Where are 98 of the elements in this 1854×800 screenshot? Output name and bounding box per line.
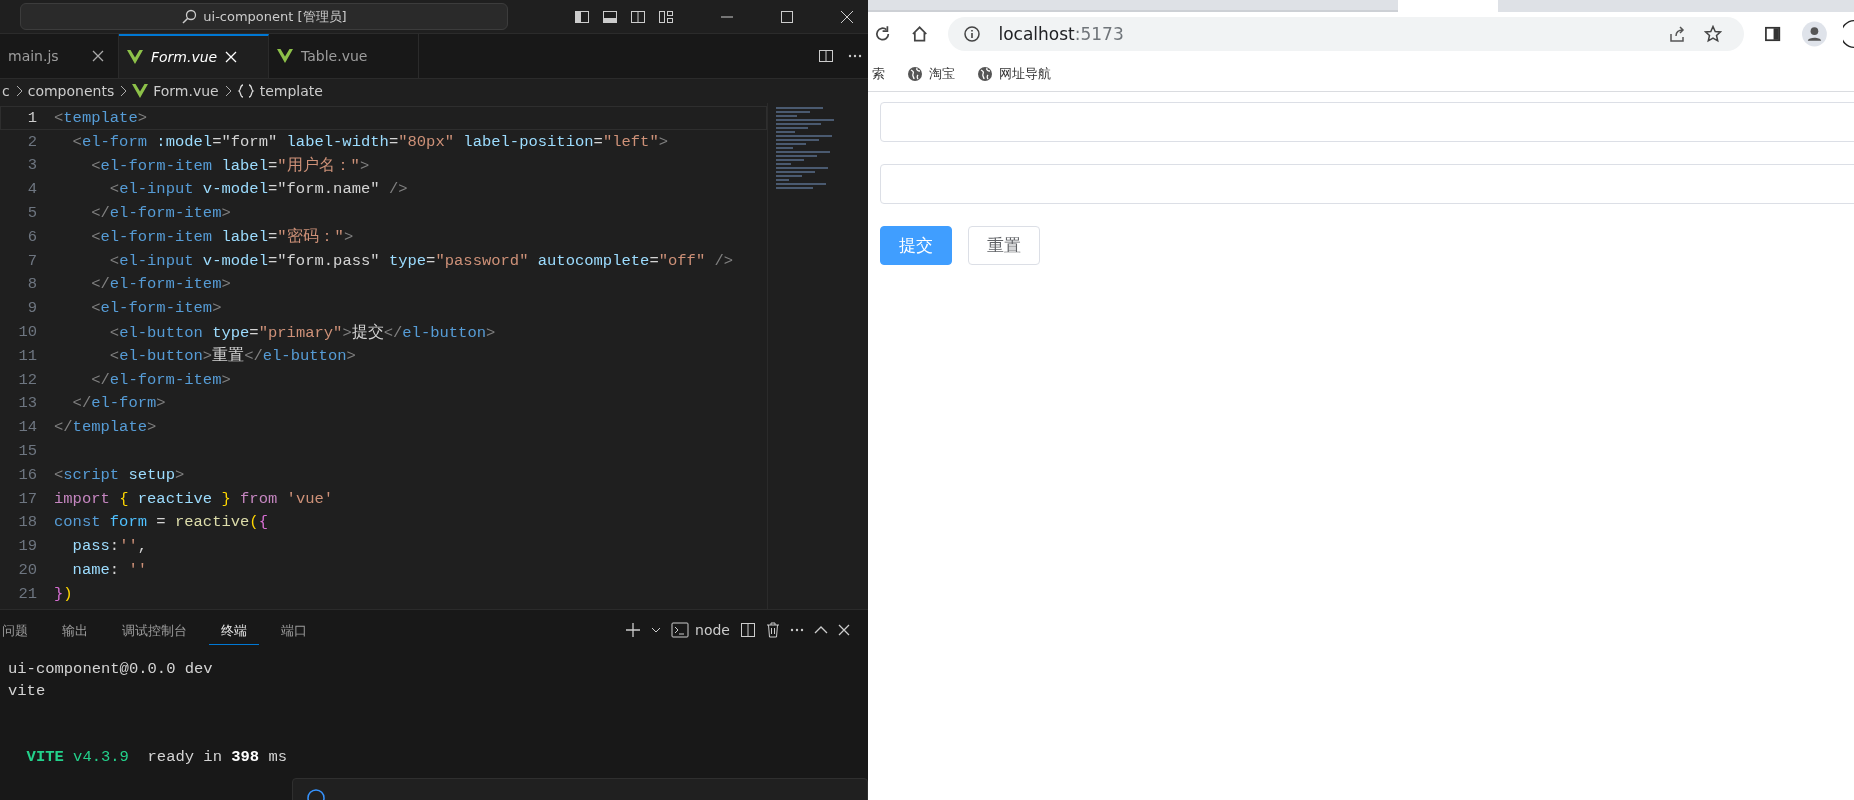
panel-tab[interactable]: 端口 xyxy=(269,615,319,645)
code-line: </el-form> xyxy=(71,394,166,413)
editor-tab[interactable]: Table.vue xyxy=(269,34,419,78)
home-icon[interactable] xyxy=(911,25,929,43)
maximize-icon[interactable] xyxy=(780,9,794,24)
editor-tab[interactable]: Form.vue xyxy=(119,34,269,78)
close-icon[interactable] xyxy=(92,50,104,62)
line-number: 14 xyxy=(17,418,37,437)
split-editor-icon[interactable] xyxy=(818,48,834,64)
line-number: 12 xyxy=(17,370,37,389)
line-number: 5 xyxy=(26,204,37,223)
password-field[interactable] xyxy=(880,164,1854,204)
vue-file-icon xyxy=(132,84,149,98)
line-number: 19 xyxy=(17,537,37,556)
panel-tab[interactable]: 问题 xyxy=(0,615,40,645)
globe-icon xyxy=(907,65,923,82)
more-icon[interactable] xyxy=(848,54,862,58)
username-field[interactable] xyxy=(880,102,1854,142)
breadcrumb-item[interactable]: components xyxy=(27,83,115,99)
chevron-up-icon[interactable] xyxy=(814,625,828,635)
sidebar-layout-icon[interactable] xyxy=(574,8,590,25)
search-icon xyxy=(181,8,198,25)
line-number: 17 xyxy=(17,489,37,508)
line-number: 3 xyxy=(26,156,37,175)
address-bar[interactable]: localhost:5173 xyxy=(948,17,1745,51)
split-layout-icon[interactable] xyxy=(630,8,646,25)
plus-icon[interactable] xyxy=(625,622,642,638)
breadcrumb-item[interactable]: template xyxy=(259,83,323,99)
line-number: 4 xyxy=(26,180,37,199)
terminal-line: VITE v4.3.9 ready in 398 ms xyxy=(25,748,288,766)
command-search-field[interactable]: ui-component [管理员] xyxy=(20,3,508,30)
info-icon[interactable] xyxy=(964,26,981,42)
line-number: 1 xyxy=(26,108,37,127)
code-line: <el-button type="primary">提交</el-button> xyxy=(108,322,496,343)
code-line: <el-input v-model="form.name" /> xyxy=(108,180,408,199)
code-line: <el-input v-model="form.pass" type="password" autocomplete="off" /> xyxy=(108,251,734,270)
line-number: 6 xyxy=(26,227,37,246)
line-number: 20 xyxy=(17,561,37,580)
line-number: 7 xyxy=(26,251,37,270)
code-line: const form = reactive({ xyxy=(54,513,268,532)
line-number: 10 xyxy=(17,323,37,342)
panel-tab[interactable]: 终端 xyxy=(209,615,259,645)
chevron-right-icon xyxy=(119,85,128,97)
terminal-selector[interactable]: node xyxy=(671,622,730,638)
terminal-icon xyxy=(671,622,690,638)
panel-layout-icon[interactable] xyxy=(602,8,618,25)
line-number: 18 xyxy=(17,513,37,532)
breadcrumb-item[interactable]: c xyxy=(2,83,10,99)
vue-file-icon xyxy=(277,49,293,63)
code-line: <template> xyxy=(54,108,148,127)
line-number: 13 xyxy=(17,394,37,413)
split-icon[interactable] xyxy=(740,622,756,638)
line-number: 2 xyxy=(26,132,37,151)
profile-icon[interactable] xyxy=(1801,21,1827,47)
line-number: 16 xyxy=(17,465,37,484)
line-number: 15 xyxy=(17,442,37,461)
star-icon[interactable] xyxy=(1704,25,1723,43)
close-icon[interactable] xyxy=(840,9,854,24)
terminal-line: ui-component@0.0.0 dev xyxy=(8,660,213,678)
panel-tab[interactable]: 调试控制台 xyxy=(110,615,199,645)
bookmark-link[interactable]: 网址导航 xyxy=(977,64,1051,83)
chevron-right-icon xyxy=(14,85,23,97)
code-line: <el-form-item label="用户名："> xyxy=(90,155,370,176)
breadcrumb-item[interactable]: Form.vue xyxy=(153,83,219,99)
code-line: <el-form-item> xyxy=(90,299,222,318)
code-line: </el-form-item> xyxy=(90,370,231,389)
code-line: name: '' xyxy=(71,561,148,580)
globe-icon xyxy=(977,65,993,82)
code-line: <el-form-item label="密码："> xyxy=(90,226,354,248)
code-line: </template> xyxy=(54,418,157,437)
chevron-right-icon xyxy=(223,85,232,97)
reset-button[interactable]: 重置 xyxy=(968,226,1040,265)
bookmark-link[interactable]: 淘宝 xyxy=(907,64,955,83)
line-number: 21 xyxy=(17,584,37,603)
line-number: 9 xyxy=(26,299,37,318)
code-line: <el-form :model="form" label-width="80px" label-position="left"> xyxy=(71,132,668,151)
panel-tab[interactable]: 输出 xyxy=(50,615,100,645)
code-line: import { reactive } from 'vue' xyxy=(54,489,334,508)
reload-icon[interactable] xyxy=(874,25,892,43)
braces-icon xyxy=(236,84,255,98)
code-line: pass:'', xyxy=(71,537,148,556)
line-number: 8 xyxy=(26,275,37,294)
code-line: </el-form-item> xyxy=(90,275,231,294)
code-line: <script setup> xyxy=(54,465,185,484)
vue-file-icon xyxy=(127,50,143,64)
trash-icon[interactable] xyxy=(766,622,780,638)
chevron-down-icon[interactable] xyxy=(651,626,662,634)
close-icon[interactable] xyxy=(838,624,850,636)
side-panel-icon[interactable] xyxy=(1764,25,1782,43)
bookmark-link[interactable]: 索 xyxy=(872,64,885,83)
grid-layout-icon[interactable] xyxy=(658,8,674,25)
code-line: </el-form-item> xyxy=(90,204,231,223)
code-line: <el-button>重置</el-button> xyxy=(108,346,356,367)
code-line: }) xyxy=(54,584,73,603)
line-number: 11 xyxy=(17,346,37,365)
more-icon[interactable] xyxy=(790,628,804,632)
share-icon[interactable] xyxy=(1668,25,1687,43)
terminal-line: vite xyxy=(8,682,46,700)
